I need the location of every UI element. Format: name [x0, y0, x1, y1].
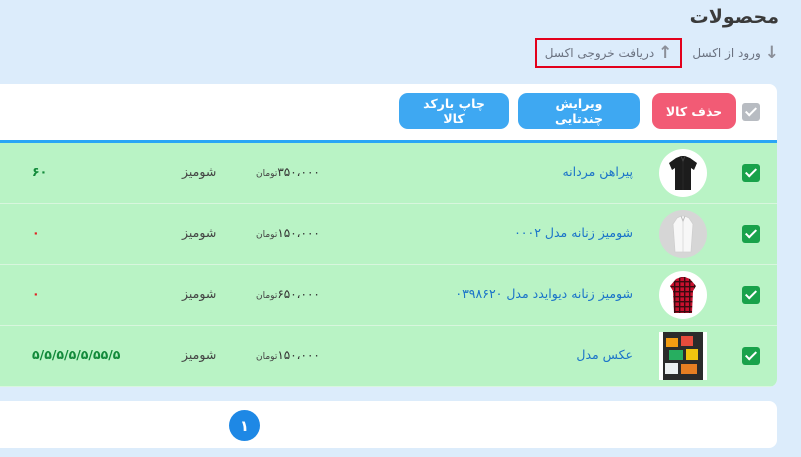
print-barcode-button[interactable]: چاپ بارکد کالا [399, 93, 509, 129]
delete-product-button[interactable]: حذف کالا [652, 93, 736, 129]
table-row: شومیز زنانه دیوایدد مدل ۰۳۹۸۶۲۰ ۶۵۰،۰۰۰ت… [0, 265, 777, 326]
price-value: ۶۵۰،۰۰۰ [277, 287, 320, 301]
import-excel-link[interactable]: ↓ ورود از اکسل [692, 42, 779, 63]
product-name-link[interactable]: پیراهن مردانه [562, 164, 633, 179]
product-list: پیراهن مردانه ۳۵۰،۰۰۰تومان شومیز ۶۰ شومی… [0, 143, 777, 387]
black-shirt-image [669, 155, 697, 190]
excel-actions: ↓ ورود از اکسل ↑ دریافت خروجی اکسل [534, 38, 779, 68]
product-price: ۱۵۰،۰۰۰تومان [252, 348, 320, 362]
product-price: ۳۵۰،۰۰۰تومان [252, 165, 320, 179]
row-checkbox[interactable] [742, 286, 760, 304]
product-category: شومیز [182, 164, 217, 179]
product-name-link[interactable]: شومیز زنانه مدل ۰۰۰۲ [514, 225, 633, 240]
page-1-button[interactable]: ۱ [229, 410, 260, 441]
product-price: ۱۵۰،۰۰۰تومان [252, 226, 320, 240]
product-category: شومیز [182, 347, 217, 362]
bulk-edit-button[interactable]: ویرایش چندتایی [518, 93, 640, 129]
select-all-checkbox[interactable] [742, 103, 760, 121]
price-currency: تومان [256, 230, 278, 240]
price-currency: تومان [256, 352, 278, 362]
price-value: ۱۵۰،۰۰۰ [277, 226, 320, 240]
pagination: ۱ [0, 401, 777, 448]
arrow-up-icon: ↑ [658, 42, 673, 63]
export-excel-link[interactable]: ↑ دریافت خروجی اکسل [534, 38, 683, 68]
row-checkbox[interactable] [742, 347, 760, 365]
table-toolbar: حذف کالا ویرایش چندتایی چاپ بارکد کالا [0, 84, 777, 143]
import-excel-label: ورود از اکسل [692, 46, 761, 60]
product-category: شومیز [182, 286, 217, 301]
export-excel-label: دریافت خروجی اکسل [544, 46, 655, 60]
product-stock: ۵/۵/۵/۵/۵/۵۵/۵ [32, 347, 121, 362]
arrow-down-icon: ↓ [764, 42, 779, 63]
product-stock: ۰ [32, 225, 40, 240]
table-row: شومیز زنانه مدل ۰۰۰۲ ۱۵۰،۰۰۰تومان شومیز … [0, 204, 777, 265]
row-checkbox[interactable] [742, 164, 760, 182]
products-card: حذف کالا ویرایش چندتایی چاپ بارکد کالا پ… [0, 84, 777, 387]
price-currency: تومان [256, 291, 278, 301]
price-value: ۱۵۰،۰۰۰ [277, 348, 320, 362]
row-checkbox[interactable] [742, 225, 760, 243]
product-category: شومیز [182, 225, 217, 240]
table-row: پیراهن مردانه ۳۵۰،۰۰۰تومان شومیز ۶۰ [0, 143, 777, 204]
price-currency: تومان [256, 169, 278, 179]
price-value: ۳۵۰،۰۰۰ [277, 165, 320, 179]
white-shirt-image [672, 215, 694, 253]
product-thumbnail[interactable] [659, 332, 707, 380]
product-thumbnail[interactable] [659, 271, 707, 319]
product-stock: ۰ [32, 286, 40, 301]
product-thumbnail[interactable] [659, 210, 707, 258]
model-photo-image [663, 332, 703, 380]
product-name-link[interactable]: شومیز زنانه دیوایدد مدل ۰۳۹۸۶۲۰ [455, 286, 633, 301]
product-price: ۶۵۰،۰۰۰تومان [252, 287, 320, 301]
product-name-link[interactable]: عکس مدل [576, 347, 633, 362]
product-thumbnail[interactable] [659, 149, 707, 197]
red-plaid-shirt-image [670, 277, 696, 313]
table-row: عکس مدل ۱۵۰،۰۰۰تومان شومیز ۵/۵/۵/۵/۵/۵۵/… [0, 326, 777, 387]
page-title: محصولات [689, 6, 779, 28]
product-stock: ۶۰ [32, 164, 48, 179]
